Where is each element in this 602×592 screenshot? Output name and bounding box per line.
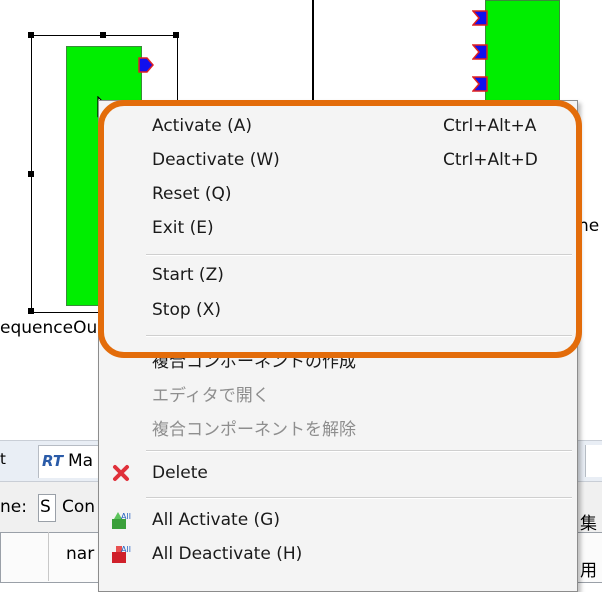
menu-item-delete[interactable]: Delete (152, 463, 208, 483)
selection-handle[interactable] (173, 32, 179, 38)
component-label-left: equenceOu (0, 318, 98, 338)
inport-icon[interactable] (472, 44, 488, 60)
selection-handle[interactable] (28, 171, 34, 177)
inport-icon[interactable] (472, 10, 488, 26)
tab-strip-edge (585, 445, 602, 477)
context-label: Con (62, 497, 96, 517)
menu-item-decompose-composite[interactable]: 複合コンポーネントを解除 (152, 415, 356, 440)
svg-text:All: All (121, 512, 131, 521)
svg-text:All: All (121, 545, 131, 554)
apply-button-label[interactable]: 用 (580, 556, 597, 581)
menu-item-all-deactivate[interactable]: All Deactivate (H) (152, 544, 302, 564)
tab-manager-label: Ma (68, 451, 94, 471)
menu-separator (146, 450, 572, 452)
selection-handle[interactable] (28, 308, 34, 314)
name-field-value: S (40, 497, 51, 517)
delete-x-icon (113, 465, 129, 481)
edit-button-label[interactable]: 集 (580, 509, 597, 534)
outport-icon[interactable] (138, 57, 154, 73)
inport-icon[interactable] (472, 76, 488, 92)
component-block-right[interactable] (485, 0, 560, 112)
name-label: ne: (0, 497, 27, 517)
all-deactivate-icon: All (112, 545, 131, 563)
menu-item-all-activate[interactable]: All Activate (G) (152, 510, 280, 530)
column-header-name: nar (66, 544, 95, 564)
selection-handle[interactable] (28, 32, 34, 38)
menu-item-open-in-editor[interactable]: エディタで開く (152, 381, 270, 406)
selection-handle[interactable] (100, 32, 106, 38)
rt-icon: RT (42, 452, 64, 470)
divider-line (312, 0, 314, 100)
highlight-frame (98, 100, 582, 358)
tab-left-fragment[interactable]: t (0, 450, 6, 468)
all-activate-icon: All (112, 512, 131, 529)
menu-separator (146, 497, 572, 499)
table-column-divider (48, 532, 49, 581)
